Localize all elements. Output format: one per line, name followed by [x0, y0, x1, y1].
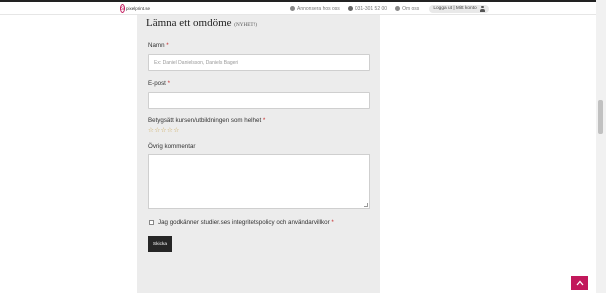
account-button[interactable]: Logga ut | Mitt konto [429, 4, 489, 13]
star-icon[interactable]: ☆ [173, 127, 179, 134]
form-title: Lämna ett omdöme (NYHET!) [146, 17, 257, 29]
comment-textarea[interactable] [148, 154, 370, 209]
consent-checkbox[interactable] [149, 220, 154, 225]
submit-button[interactable]: Skicka [148, 236, 172, 252]
rating-stars: ☆ ☆ ☆ ☆ ☆ [148, 127, 179, 134]
email-field[interactable] [148, 92, 370, 109]
page-scrollbar[interactable] [596, 0, 606, 293]
logo-mark-icon: s [120, 4, 125, 13]
header-nav: Annonsera hos oss 031-301 52 00 Om oss L… [290, 2, 489, 15]
rating-label: Betygsätt kursen/utbildningen som helhet… [148, 117, 265, 124]
page: { "header": { "logo_text": "pixelprint.s… [0, 0, 606, 293]
star-icon[interactable]: ☆ [161, 127, 167, 134]
name-label-text: Namn [148, 42, 165, 49]
comment-label: Övrig kommentar [148, 143, 195, 150]
required-mark: * [262, 117, 266, 124]
email-label-text: E-post [148, 80, 166, 87]
logo-text: pixelprint.se [126, 6, 151, 11]
nav-item-phone[interactable]: 031-301 52 00 [347, 5, 388, 12]
comment-label-text: Övrig kommentar [148, 143, 196, 150]
nav-item-label: Annonsera hos oss [297, 5, 340, 12]
chevron-up-icon [576, 280, 583, 286]
info-icon [395, 6, 401, 11]
resize-handle-icon[interactable] [364, 203, 368, 207]
nav-item-om-oss[interactable]: Om oss [395, 6, 419, 12]
form-title-text: Lämna ett omdöme [146, 17, 232, 29]
star-icon[interactable]: ☆ [148, 127, 154, 134]
required-mark: * [331, 219, 334, 226]
scroll-to-top-button[interactable] [571, 276, 588, 290]
star-icon[interactable]: ☆ [167, 127, 173, 134]
rating-label-text: Betygsätt kursen/utbildningen som helhet [148, 117, 262, 124]
phone-icon [347, 6, 353, 11]
required-mark: * [167, 80, 171, 87]
star-icon[interactable]: ☆ [154, 127, 160, 134]
nav-item-label: Om oss [402, 5, 420, 12]
account-label: Logga ut | Mitt konto [433, 6, 477, 11]
site-header: s pixelprint.se Annonsera hos oss 031-30… [0, 2, 596, 15]
globe-icon [290, 6, 295, 11]
consent-label: Jag godkänner studier.ses integritetspol… [158, 219, 334, 226]
name-field[interactable]: Ex: Daniel Danielsson, Daniels Bageri [148, 54, 370, 71]
nav-item-annonsera[interactable]: Annonsera hos oss [290, 6, 340, 12]
required-mark: * [166, 42, 169, 49]
consent-label-text: Jag godkänner studier.ses integritetspol… [158, 219, 330, 226]
email-label: E-post * [148, 80, 170, 87]
scrollbar-thumb[interactable] [598, 100, 603, 134]
form-title-tag: (NYHET!) [234, 22, 258, 28]
name-label: Namn * [148, 42, 169, 49]
name-field-placeholder: Ex: Daniel Danielsson, Daniels Bageri [154, 59, 239, 66]
site-logo[interactable]: s pixelprint.se [120, 3, 150, 14]
user-icon [480, 5, 485, 12]
nav-item-label: 031-301 52 00 [354, 5, 388, 12]
